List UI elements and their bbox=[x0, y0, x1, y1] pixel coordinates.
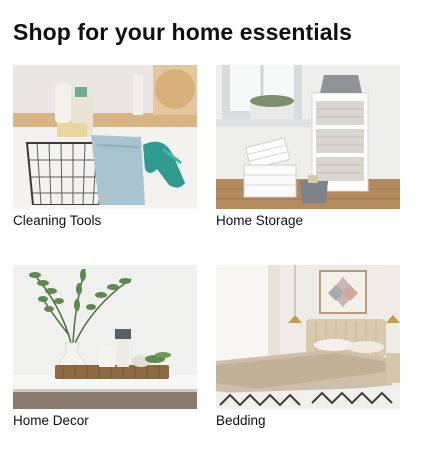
tile-label[interactable]: Home Storage bbox=[216, 213, 400, 228]
tile-home-decor[interactable]: Home Decor bbox=[13, 265, 197, 428]
cleaning-tools-image[interactable] bbox=[13, 65, 197, 209]
tile-cleaning-tools[interactable]: Cleaning Tools bbox=[13, 65, 197, 228]
home-decor-image[interactable] bbox=[13, 265, 197, 409]
tile-label[interactable]: Cleaning Tools bbox=[13, 213, 197, 228]
home-storage-image[interactable] bbox=[216, 65, 400, 209]
card-title: Shop for your home essentials bbox=[13, 19, 353, 45]
tile-label[interactable]: Home Decor bbox=[13, 413, 197, 428]
tile-bedding[interactable]: Bedding bbox=[216, 265, 400, 428]
tile-label[interactable]: Bedding bbox=[216, 413, 400, 428]
tile-home-storage[interactable]: Home Storage bbox=[216, 65, 400, 228]
bedding-image[interactable] bbox=[216, 265, 400, 409]
